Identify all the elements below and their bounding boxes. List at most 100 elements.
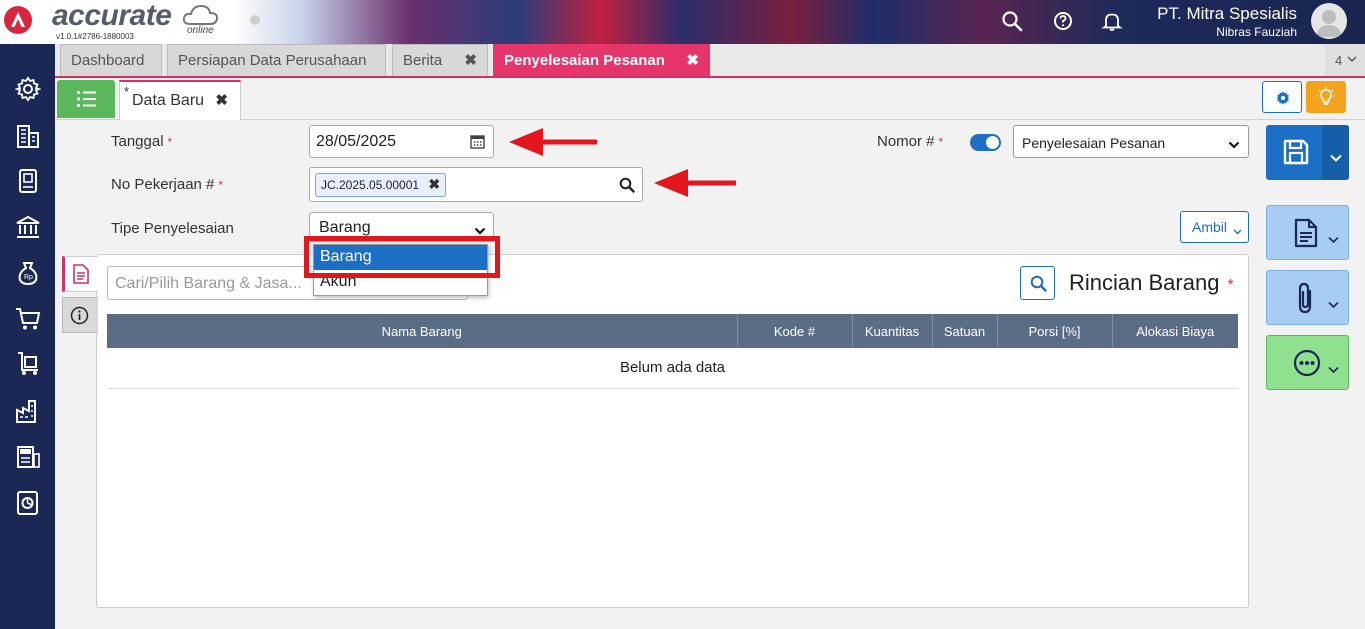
book-icon[interactable] xyxy=(15,168,41,194)
empty-table-message: Belum ada data xyxy=(107,348,1238,389)
tipe-label-text: Tipe Penyelesaian xyxy=(111,220,234,237)
save-options-button[interactable] xyxy=(1322,125,1349,180)
table-row: Belum ada data xyxy=(107,348,1238,389)
gear-icon[interactable] xyxy=(14,76,42,102)
column-header[interactable]: Satuan xyxy=(932,314,998,348)
annotation-highlight-box xyxy=(304,236,500,278)
tanggal-label-text: Tanggal xyxy=(111,133,164,150)
trolley-icon[interactable] xyxy=(15,351,41,377)
chevron-down-icon xyxy=(1328,231,1339,249)
tab-label: Penyelesaian Pesanan xyxy=(504,52,665,69)
annotation-arrow-icon xyxy=(654,169,736,197)
factory-icon[interactable] xyxy=(15,398,41,424)
close-icon[interactable]: ✖ xyxy=(215,91,228,109)
tanggal-label: Tanggal * xyxy=(111,133,172,150)
calendar-icon[interactable] xyxy=(470,134,485,154)
tipe-value: Barang xyxy=(319,219,371,236)
required-mark: * xyxy=(218,178,224,192)
bell-icon[interactable] xyxy=(1101,10,1123,32)
column-header[interactable]: Kuantitas xyxy=(852,314,933,348)
tab-penyelesaian-pesanan[interactable]: Penyelesaian Pesanan ✖ xyxy=(493,44,710,76)
left-sidebar: Rp xyxy=(0,44,55,629)
tipe-penyelesaian-label: Tipe Penyelesaian xyxy=(111,220,234,237)
chevron-down-icon xyxy=(1347,52,1357,67)
column-header[interactable]: Kode # xyxy=(737,314,853,348)
more-actions-button[interactable] xyxy=(1266,335,1349,390)
detail-panel xyxy=(96,254,1249,608)
annotation-arrow-icon xyxy=(509,128,597,156)
table-header-row: Nama Barang Kode # Kuantitas Satuan Pors… xyxy=(107,314,1238,348)
nomor-select[interactable]: Penyelesaian Pesanan xyxy=(1013,125,1249,158)
close-icon[interactable]: ✖ xyxy=(464,51,477,69)
close-icon[interactable]: ✖ xyxy=(686,51,699,69)
document-icon xyxy=(1293,218,1319,253)
tab-label: Persiapan Data Perusahaan xyxy=(178,52,367,69)
detail-tab-info[interactable] xyxy=(62,297,98,333)
bank-icon[interactable] xyxy=(15,214,41,240)
report-icon[interactable] xyxy=(15,490,41,516)
bulb-icon xyxy=(1317,87,1335,112)
search-icon[interactable] xyxy=(619,177,635,198)
tab-bar: Dashboard Persiapan Data Perusahaan Beri… xyxy=(55,44,1365,78)
tanggal-input[interactable]: 28/05/2025 xyxy=(309,125,494,158)
ambil-button[interactable]: Ambil xyxy=(1180,211,1249,243)
tab-count-dropdown[interactable]: 4 xyxy=(1325,44,1365,76)
user-name: Nibras Fauziah xyxy=(1216,25,1297,39)
auto-number-toggle[interactable] xyxy=(970,134,1001,151)
search-icon[interactable] xyxy=(1001,10,1023,32)
money-bag-icon[interactable]: Rp xyxy=(15,260,41,286)
chevron-down-icon xyxy=(1228,137,1240,153)
paperclip-icon xyxy=(1295,282,1315,319)
column-header[interactable]: Nama Barang xyxy=(107,314,738,348)
info-icon xyxy=(70,306,89,330)
column-header[interactable]: Alokasi Biaya xyxy=(1112,314,1238,348)
item-table: Nama Barang Kode # Kuantitas Satuan Pors… xyxy=(107,314,1238,389)
save-button[interactable] xyxy=(1266,125,1349,180)
accurate-logo[interactable]: accurate online v1.0.1#2786-1880003 xyxy=(4,0,264,41)
document-icon xyxy=(72,264,90,289)
tab-label: Berita xyxy=(403,52,443,69)
logo-subtitle: online xyxy=(187,25,214,36)
tips-button[interactable] xyxy=(1306,81,1346,113)
list-icon xyxy=(77,90,97,113)
nomor-label-text: Nomor # xyxy=(877,133,935,150)
tax-icon[interactable] xyxy=(15,444,41,470)
column-header[interactable]: Porsi [%] xyxy=(997,314,1113,348)
company-info[interactable]: PT. Mitra Spesialis Nibras Fauziah xyxy=(1157,4,1297,39)
save-icon xyxy=(1282,138,1310,171)
tab-data-baru[interactable]: * Data Baru ✖ xyxy=(119,80,241,120)
tab-berita[interactable]: Berita ✖ xyxy=(392,44,488,76)
tab-persiapan-data[interactable]: Persiapan Data Perusahaan xyxy=(167,44,386,76)
avatar[interactable] xyxy=(1311,3,1347,39)
detail-title: Rincian Barang * xyxy=(1069,270,1234,296)
sub-toolbar: * Data Baru ✖ xyxy=(55,78,1365,120)
logo-text: accurate xyxy=(52,0,172,32)
help-icon[interactable] xyxy=(1052,10,1074,32)
no-pekerjaan-label: No Pekerjaan # * xyxy=(111,176,223,193)
chevron-down-icon xyxy=(1233,223,1242,239)
required-mark: * xyxy=(1227,277,1234,294)
nomor-select-value: Penyelesaian Pesanan xyxy=(1022,135,1166,151)
chevron-down-icon xyxy=(1328,361,1339,379)
cart-icon[interactable] xyxy=(15,306,41,332)
tab-dashboard[interactable]: Dashboard xyxy=(60,44,162,76)
list-button[interactable] xyxy=(57,80,115,118)
status-dot xyxy=(250,15,260,25)
tanggal-value: 28/05/2025 xyxy=(316,133,397,150)
print-document-button[interactable] xyxy=(1266,205,1349,260)
detail-tab-items[interactable] xyxy=(62,256,98,292)
required-mark: * xyxy=(938,135,944,149)
required-mark: * xyxy=(167,135,173,149)
no-pekerjaan-input[interactable]: JC.2025.05.00001 ✖ xyxy=(309,167,643,202)
attachment-button[interactable] xyxy=(1266,270,1349,325)
svg-text:Rp: Rp xyxy=(24,274,33,281)
settings-button[interactable] xyxy=(1262,81,1302,113)
detail-title-text: Rincian Barang xyxy=(1069,270,1220,295)
building-icon[interactable] xyxy=(15,123,41,149)
tab-label: Dashboard xyxy=(71,52,145,69)
item-search-button[interactable] xyxy=(1020,266,1055,300)
chevron-down-icon xyxy=(1328,296,1339,314)
top-header: accurate online v1.0.1#2786-1880003 PT. … xyxy=(0,0,1365,44)
item-search-placeholder: Cari/Pilih Barang & Jasa... xyxy=(115,275,302,292)
remove-chip-icon[interactable]: ✖ xyxy=(428,176,440,193)
